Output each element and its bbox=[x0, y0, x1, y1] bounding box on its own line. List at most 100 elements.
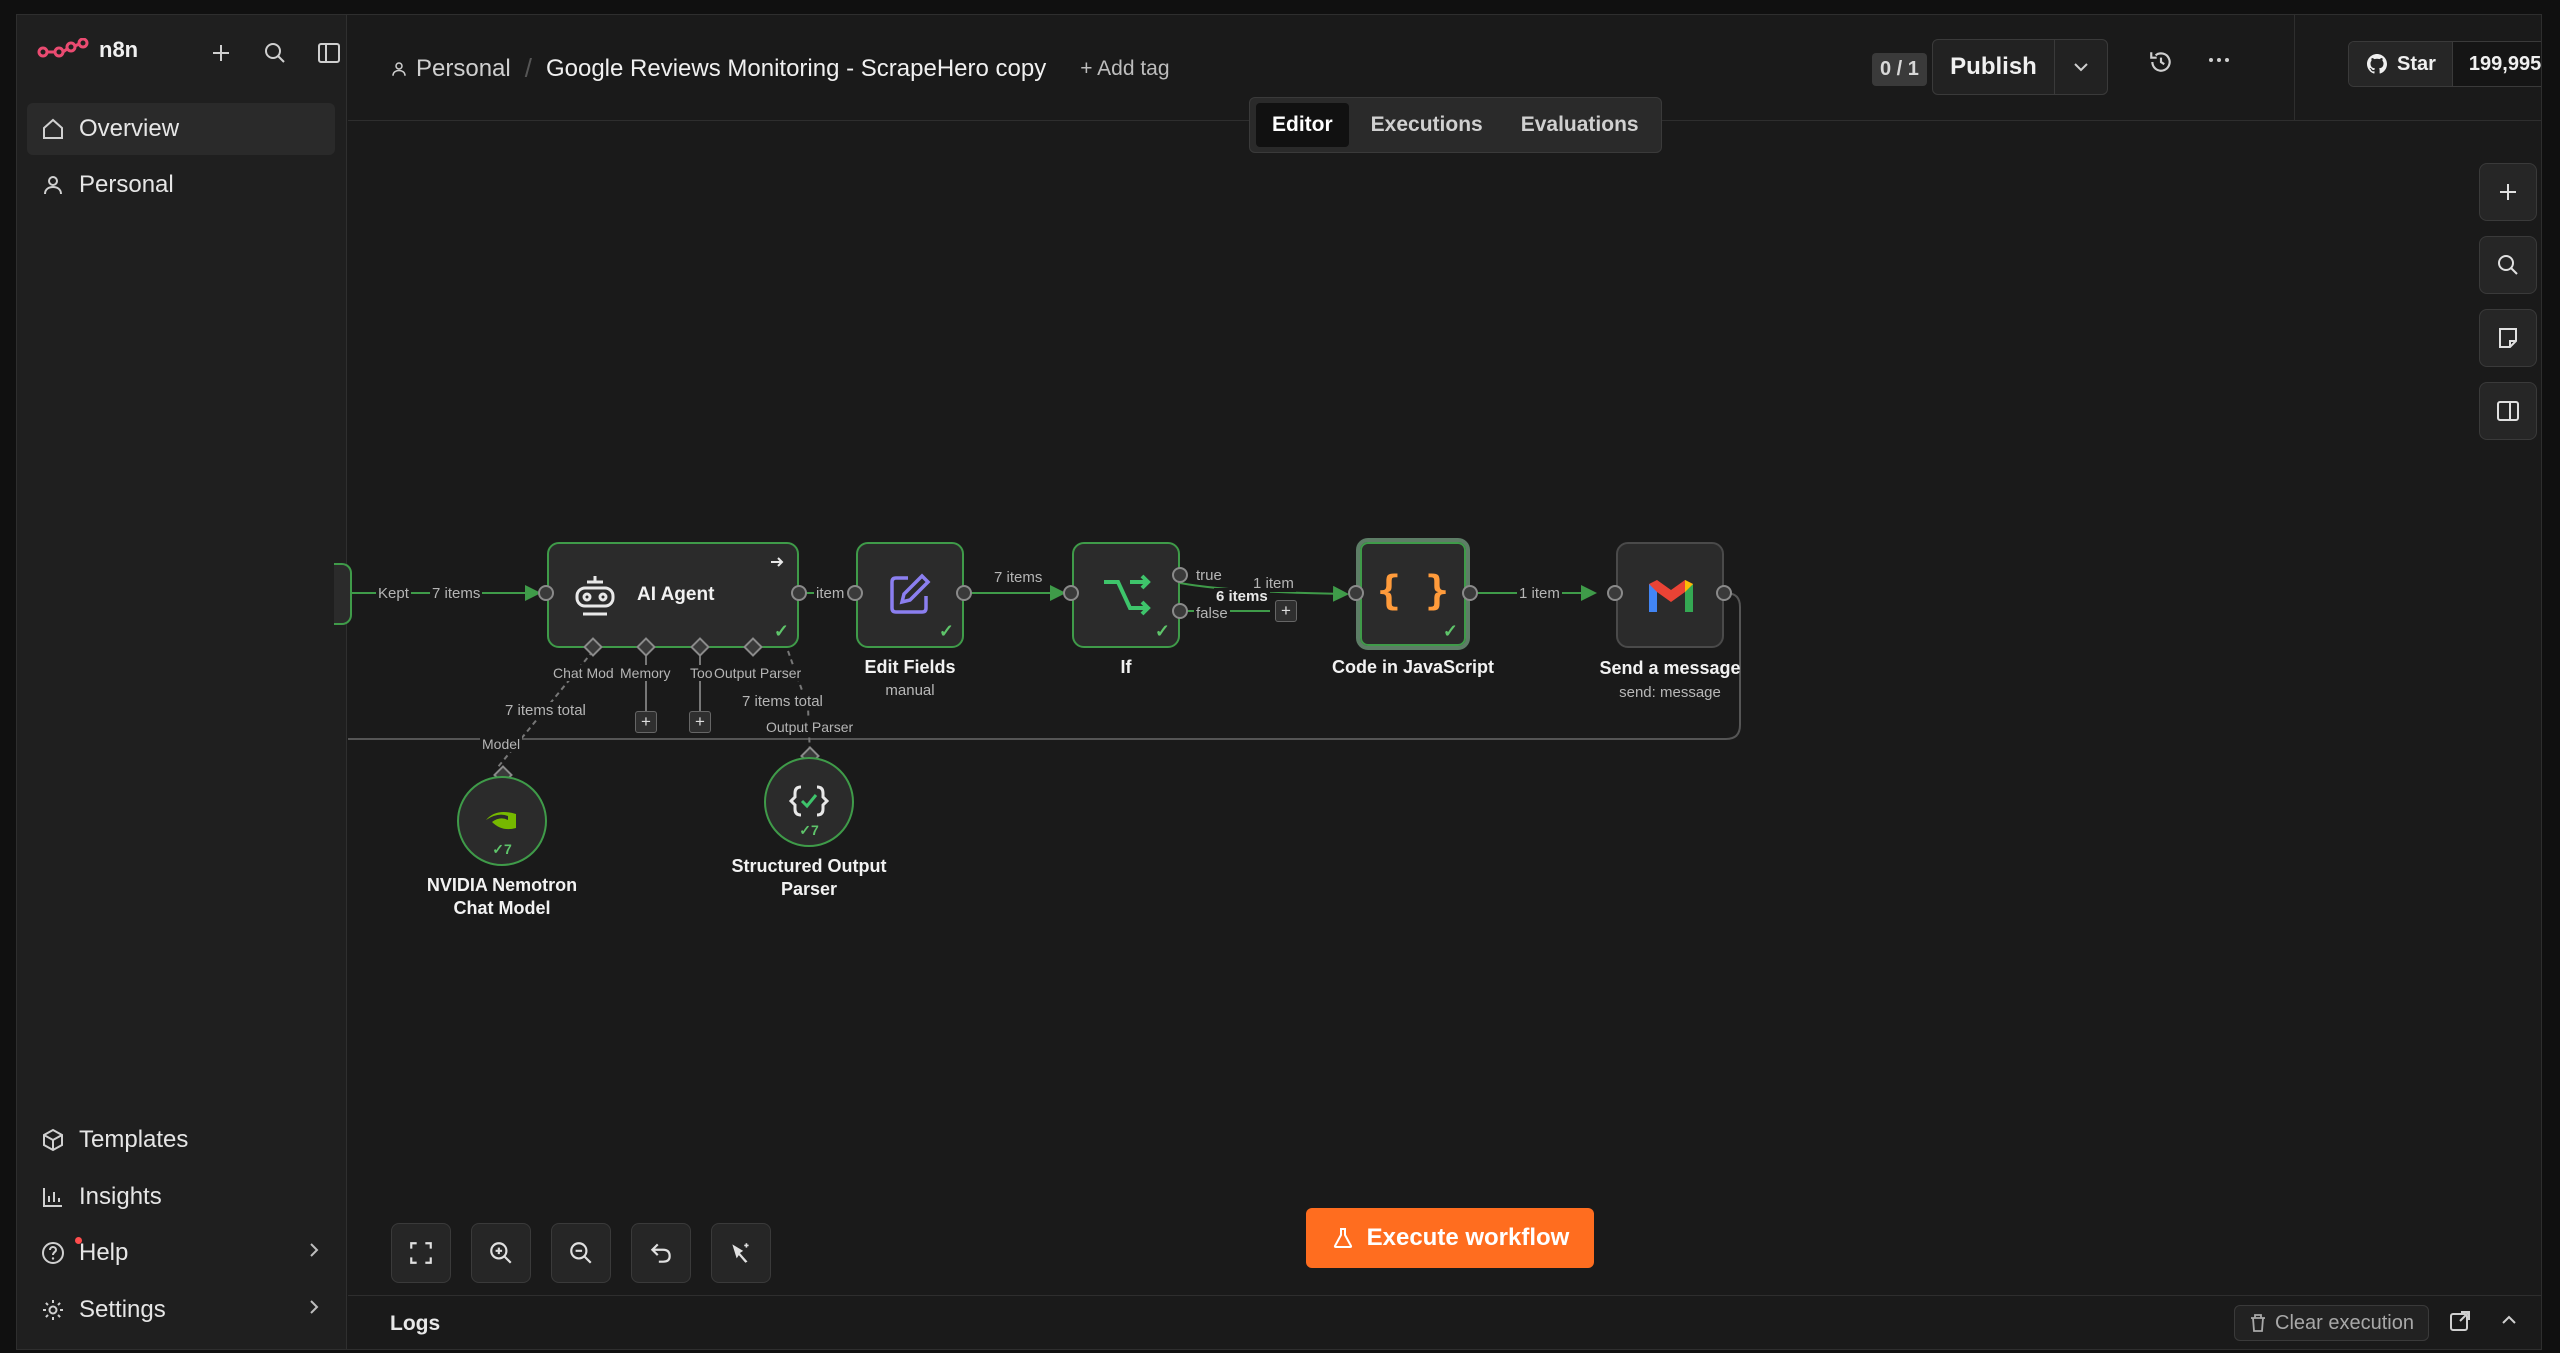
chevron-right-icon bbox=[307, 1239, 321, 1267]
breadcrumb-project-label: Personal bbox=[416, 54, 511, 82]
sidebar-item-settings[interactable]: Settings bbox=[27, 1284, 335, 1336]
sticky-note-icon bbox=[2499, 328, 2517, 348]
ai-agent-node[interactable]: AI Agent ✓ bbox=[547, 542, 799, 648]
port-label-model: Model bbox=[480, 736, 523, 752]
add-node-button[interactable] bbox=[2479, 163, 2537, 221]
arrow-right-icon bbox=[771, 557, 784, 567]
version-history-button[interactable] bbox=[2148, 49, 2174, 80]
if-true-output-port[interactable] bbox=[1172, 567, 1188, 583]
gmail-node[interactable] bbox=[1616, 542, 1724, 648]
undo-button[interactable] bbox=[631, 1223, 691, 1283]
github-star-button[interactable]: Star bbox=[2349, 42, 2453, 86]
sidebar-item-overview[interactable]: Overview bbox=[27, 103, 335, 155]
nvidia-label: NVIDIA Nemotron Chat Model bbox=[426, 875, 578, 918]
if-input-port[interactable] bbox=[1063, 585, 1079, 601]
sidebar-item-help[interactable]: Help bbox=[27, 1227, 335, 1279]
zoom-out-button[interactable] bbox=[551, 1223, 611, 1283]
publish-dropdown-button[interactable] bbox=[2055, 61, 2107, 73]
popout-logs-button[interactable] bbox=[2449, 1310, 2471, 1337]
add-tool-button[interactable]: + bbox=[689, 711, 711, 733]
flask-icon bbox=[1333, 1228, 1352, 1248]
expand-logs-button[interactable] bbox=[2499, 1310, 2519, 1335]
edit-fields-input-port[interactable] bbox=[847, 585, 863, 601]
filter-node-partial[interactable] bbox=[334, 563, 352, 625]
collapse-sidebar-button[interactable] bbox=[311, 35, 347, 71]
sidebar-item-templates[interactable]: Templates bbox=[27, 1114, 335, 1166]
edit-fields-subtitle: manual bbox=[885, 682, 935, 699]
toggle-panel-button[interactable] bbox=[2479, 382, 2537, 440]
magic-wand-icon bbox=[732, 1243, 749, 1263]
edge-label-1-item-2: 1 item bbox=[1517, 585, 1562, 602]
help-icon bbox=[42, 1242, 64, 1264]
more-options-button[interactable] bbox=[2206, 47, 2232, 80]
sidebar-item-label: Templates bbox=[79, 1126, 189, 1153]
github-star-label: Star bbox=[2397, 52, 2436, 75]
sticky-note-button[interactable] bbox=[2479, 309, 2537, 367]
publish-button[interactable]: Publish bbox=[1933, 40, 2055, 94]
github-star-count: 199,995 bbox=[2452, 42, 2541, 86]
tidy-up-button[interactable] bbox=[711, 1223, 771, 1283]
clear-execution-button[interactable]: Clear execution bbox=[2234, 1305, 2429, 1341]
edge-label-kept: Kept bbox=[376, 585, 411, 602]
popout-icon bbox=[2450, 1311, 2470, 1331]
code-label: Code in JavaScript bbox=[1331, 657, 1495, 677]
execute-workflow-button[interactable]: Execute workflow bbox=[1306, 1208, 1594, 1268]
structured-output-parser-node[interactable]: ✓7 bbox=[764, 757, 854, 847]
if-node[interactable]: ✓ bbox=[1072, 542, 1180, 648]
sidebar-item-label: Personal bbox=[79, 171, 174, 198]
user-icon bbox=[44, 176, 62, 195]
port-label-output-parser-2: Output Parser bbox=[764, 719, 856, 735]
run-count: ✓7 bbox=[799, 822, 819, 838]
sidebar: n8n Overview Personal Templates Insights bbox=[17, 15, 347, 1349]
n8n-logo-icon bbox=[37, 38, 89, 58]
pencil-icon bbox=[890, 573, 931, 614]
sidebar-item-insights[interactable]: Insights bbox=[27, 1171, 335, 1223]
code-node[interactable]: { } ✓ bbox=[1356, 538, 1470, 650]
github-star-widget[interactable]: Star 199,995 bbox=[2348, 41, 2541, 87]
edge-label-7-items-2: 7 items bbox=[992, 569, 1045, 586]
port-label-memory: Memory bbox=[618, 665, 673, 681]
gear-icon bbox=[43, 1300, 63, 1320]
search-button[interactable] bbox=[257, 35, 293, 71]
edit-fields-output-port[interactable] bbox=[956, 585, 972, 601]
edit-fields-label: Edit Fields bbox=[864, 657, 956, 677]
gmail-subtitle: send: message bbox=[1619, 684, 1721, 701]
add-false-branch-button[interactable]: + bbox=[1275, 600, 1297, 622]
fit-view-button[interactable] bbox=[391, 1223, 451, 1283]
undo-icon bbox=[650, 1243, 671, 1263]
ai-agent-input-port[interactable] bbox=[538, 585, 554, 601]
logs-title[interactable]: Logs bbox=[390, 1312, 440, 1336]
breadcrumb-separator: / bbox=[524, 53, 532, 83]
add-button[interactable] bbox=[203, 35, 239, 71]
if-false-output-port[interactable] bbox=[1172, 603, 1188, 619]
nvidia-icon bbox=[486, 812, 516, 830]
add-memory-button[interactable]: + bbox=[635, 711, 657, 733]
breadcrumb-project[interactable]: Personal bbox=[390, 55, 511, 83]
workflow-canvas[interactable]: Kept 7 items AI Agent ✓ item Chat Mod Me… bbox=[334, 122, 2541, 1295]
panel-icon bbox=[318, 43, 340, 63]
plus-icon bbox=[213, 45, 229, 61]
ai-agent-output-port[interactable] bbox=[791, 585, 807, 601]
edit-fields-node[interactable]: ✓ bbox=[856, 542, 964, 648]
robot-icon bbox=[575, 576, 615, 616]
sidebar-item-personal[interactable]: Personal bbox=[27, 159, 335, 211]
success-check-icon: ✓ bbox=[938, 621, 954, 641]
logo[interactable]: n8n bbox=[37, 37, 138, 63]
port-label-chat-model: Chat Mod bbox=[551, 665, 616, 681]
logo-text: n8n bbox=[99, 37, 139, 62]
execute-workflow-label: Execute workflow bbox=[1366, 1224, 1570, 1251]
github-icon bbox=[2367, 54, 2387, 74]
code-output-port[interactable] bbox=[1462, 585, 1478, 601]
screen: n8n Overview Personal Templates Insights bbox=[0, 0, 2560, 1353]
nvidia-chat-model-node[interactable]: ✓7 bbox=[457, 776, 547, 866]
zoom-in-button[interactable] bbox=[471, 1223, 531, 1283]
add-tag-button[interactable]: + Add tag bbox=[1080, 57, 1169, 81]
search-nodes-button[interactable] bbox=[2479, 236, 2537, 294]
gmail-output-port[interactable] bbox=[1716, 585, 1732, 601]
code-input-port[interactable] bbox=[1348, 585, 1364, 601]
gmail-input-port[interactable] bbox=[1607, 585, 1623, 601]
search-icon bbox=[265, 43, 285, 63]
workflow-name[interactable]: Google Reviews Monitoring - ScrapeHero c… bbox=[546, 55, 1046, 83]
notification-dot bbox=[75, 1237, 82, 1244]
structured-parser-icon bbox=[789, 785, 829, 817]
